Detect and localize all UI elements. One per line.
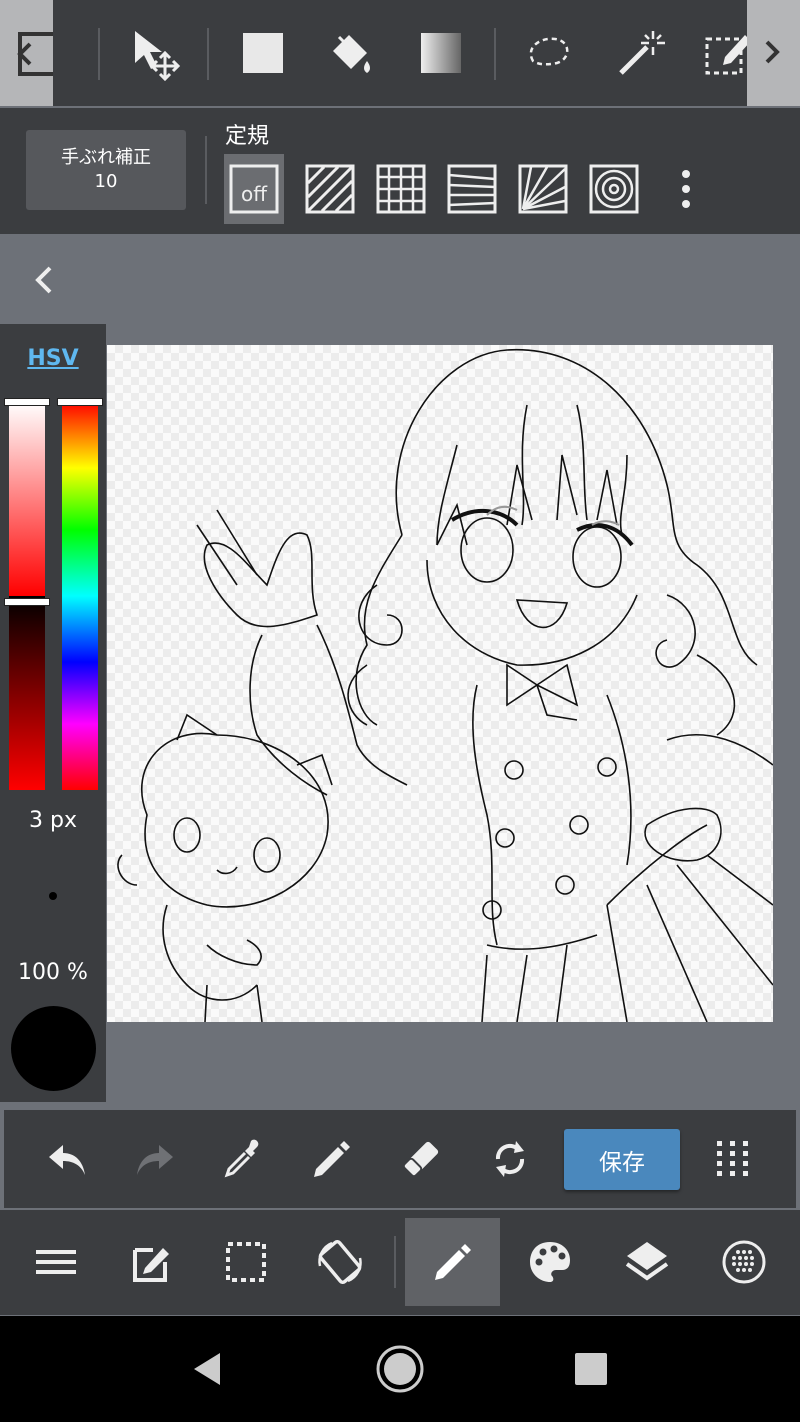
- menu-button[interactable]: [8, 1218, 103, 1306]
- brush-size-label[interactable]: 3 px: [0, 808, 106, 833]
- eyedropper-button[interactable]: [212, 1128, 274, 1190]
- action-bar: 保存: [4, 1110, 796, 1208]
- opacity-label[interactable]: 100 %: [0, 960, 106, 985]
- recents-icon: [575, 1353, 607, 1385]
- saturation-value-bar[interactable]: [9, 402, 45, 790]
- grid-icon: [376, 164, 426, 214]
- hue-knob[interactable]: [57, 398, 103, 406]
- collapse-panel-button[interactable]: [28, 262, 64, 298]
- canvas-rotate-icon: [317, 1239, 362, 1285]
- toolbar-scroll-left[interactable]: [0, 0, 66, 106]
- brightness-knob[interactable]: [4, 598, 50, 606]
- ruler-radial-button[interactable]: [513, 154, 573, 224]
- ruler-more-button[interactable]: [668, 166, 704, 214]
- redo-icon: [137, 1145, 173, 1175]
- lasso-tool[interactable]: [518, 22, 580, 84]
- line-art-illustration: [117, 349, 773, 1022]
- main-toolbar: [0, 1210, 800, 1315]
- toolbar-scroll-right[interactable]: [747, 0, 800, 106]
- fill-square-icon: [243, 33, 283, 73]
- layers-icon: [625, 1242, 668, 1281]
- saturation-knob[interactable]: [4, 398, 50, 406]
- ruler-parallel-button[interactable]: [300, 154, 360, 224]
- eyedropper-icon: [224, 1139, 259, 1178]
- lasso-icon: [529, 37, 569, 66]
- hue-bar[interactable]: [62, 402, 98, 790]
- drawing-canvas[interactable]: [107, 345, 773, 1022]
- nav-recents-button[interactable]: [561, 1339, 621, 1399]
- color-mode-toggle[interactable]: HSV: [0, 346, 106, 371]
- tool-options-bar: 手ぶれ補正 10 定規 off: [0, 108, 800, 234]
- brush-icon: [434, 1244, 471, 1280]
- rotate-icon: [495, 1141, 525, 1177]
- chevron-left-icon: [17, 32, 66, 76]
- ruler-off-icon: off: [229, 164, 279, 214]
- ruler-grid-button[interactable]: [371, 154, 431, 224]
- ruler-title: 定規: [225, 124, 270, 149]
- eraser-icon: [402, 1141, 439, 1178]
- parallel-lines-icon: [305, 164, 355, 214]
- stabilizer-label: 手ぶれ補正: [61, 147, 151, 168]
- fill-rect-tool[interactable]: [232, 22, 294, 84]
- pen-icon: [314, 1141, 350, 1177]
- menu-icon: [35, 1250, 76, 1274]
- bucket-icon: [333, 35, 370, 73]
- transform-icon: [135, 31, 181, 81]
- edit-icon: [132, 1248, 169, 1282]
- back-icon: [194, 1353, 220, 1385]
- chevron-right-icon: [765, 40, 780, 64]
- nav-home-button[interactable]: [370, 1339, 430, 1399]
- layers-button[interactable]: [599, 1218, 694, 1306]
- radial-lines-icon: [518, 164, 568, 214]
- ruler-off-button[interactable]: off: [224, 154, 284, 224]
- svg-text:off: off: [241, 182, 268, 206]
- palette-button[interactable]: [502, 1218, 597, 1306]
- brush-button[interactable]: [405, 1218, 500, 1306]
- more-vert-icon: [682, 170, 690, 208]
- magic-wand-tool[interactable]: [608, 22, 670, 84]
- material-button[interactable]: [696, 1218, 791, 1306]
- selection-button[interactable]: [198, 1218, 293, 1306]
- material-icon: [722, 1240, 765, 1284]
- ruler-perspective-button[interactable]: [442, 154, 502, 224]
- perspective-icon: [447, 164, 497, 214]
- grid-menu-icon: [717, 1141, 748, 1176]
- current-color-swatch[interactable]: [11, 1006, 96, 1091]
- top-toolbar: [0, 0, 800, 106]
- magic-wand-icon: [619, 31, 665, 75]
- undo-icon: [49, 1145, 85, 1175]
- gradient-tool[interactable]: [410, 22, 472, 84]
- grid-menu-button[interactable]: [702, 1128, 764, 1190]
- undo-button[interactable]: [36, 1128, 98, 1190]
- bucket-tool[interactable]: [320, 22, 382, 84]
- stabilizer-value: 10: [94, 171, 118, 192]
- system-nav-bar: [0, 1316, 800, 1422]
- flip-rotate-button[interactable]: [479, 1128, 541, 1190]
- canvas-rotate-button[interactable]: [292, 1218, 387, 1306]
- palette-icon: [529, 1242, 570, 1282]
- stabilizer-button[interactable]: 手ぶれ補正 10: [26, 130, 186, 210]
- edit-button[interactable]: [103, 1218, 198, 1306]
- transform-tool[interactable]: [124, 22, 186, 84]
- ruler-concentric-button[interactable]: [584, 154, 644, 224]
- gradient-icon: [421, 33, 461, 73]
- eraser-button[interactable]: [390, 1128, 452, 1190]
- concentric-circles-icon: [589, 164, 639, 214]
- selection-icon: [225, 1242, 266, 1282]
- chevron-left-icon: [35, 266, 52, 294]
- brush-size-preview: [49, 892, 57, 900]
- pen-button[interactable]: [301, 1128, 363, 1190]
- save-button[interactable]: 保存: [564, 1129, 680, 1190]
- nav-back-button[interactable]: [178, 1339, 238, 1399]
- redo-button[interactable]: [124, 1128, 186, 1190]
- color-panel: HSV 3 px 100 %: [0, 324, 106, 1102]
- home-icon: [376, 1345, 424, 1393]
